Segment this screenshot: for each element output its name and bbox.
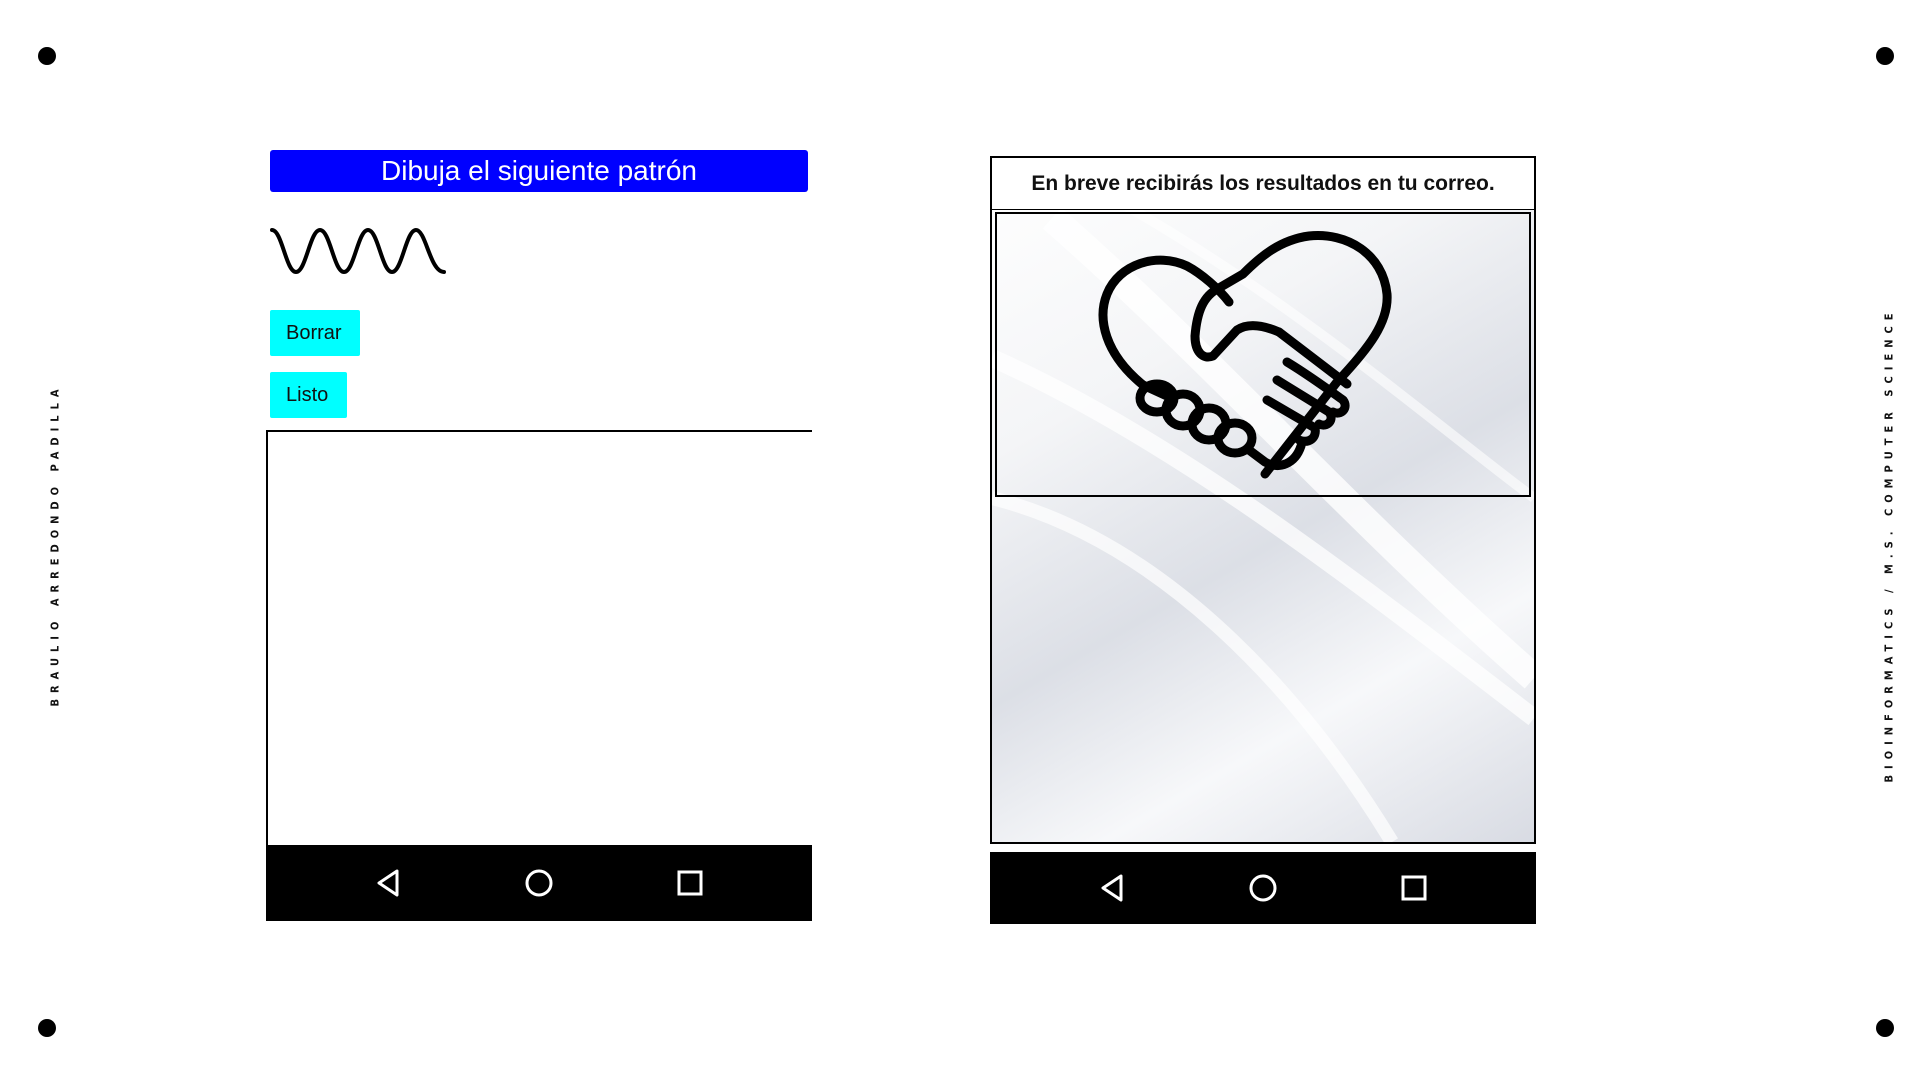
handshake-heart-icon	[1098, 231, 1392, 479]
done-button[interactable]: Listo	[270, 372, 347, 418]
author-name: BRAULIO ARREDONDO PADILLA	[48, 383, 62, 707]
screen-title: Dibuja el siguiente patrón	[270, 150, 808, 192]
results-panel: En breve recibirás los resultados en tu …	[990, 156, 1536, 844]
sine-wave-icon	[270, 227, 446, 275]
back-icon[interactable]	[348, 845, 428, 921]
home-icon[interactable]	[1223, 852, 1303, 924]
home-icon[interactable]	[499, 845, 579, 921]
drawing-canvas[interactable]	[266, 430, 812, 845]
clear-button[interactable]: Borrar	[270, 310, 360, 356]
recents-icon[interactable]	[650, 845, 730, 921]
back-icon[interactable]	[1072, 852, 1152, 924]
corner-dot-top-left	[38, 47, 56, 65]
corner-dot-top-right	[1876, 47, 1894, 65]
drawing-screen: Dibuja el siguiente patrón Borrar Listo	[266, 150, 812, 921]
android-navbar	[990, 852, 1536, 924]
recents-icon[interactable]	[1374, 852, 1454, 924]
corner-dot-bottom-right	[1876, 1019, 1894, 1037]
android-navbar	[266, 845, 812, 921]
author-credentials: BIOINFORMATICS / M.S. COMPUTER SCIENCE	[1882, 307, 1896, 783]
results-screen: En breve recibirás los resultados en tu …	[990, 156, 1536, 926]
slide: BRAULIO ARREDONDO PADILLA BIOINFORMATICS…	[0, 0, 1920, 1080]
illustration-box	[995, 212, 1531, 497]
results-message: En breve recibirás los resultados en tu …	[992, 158, 1534, 210]
corner-dot-bottom-left	[38, 1019, 56, 1037]
